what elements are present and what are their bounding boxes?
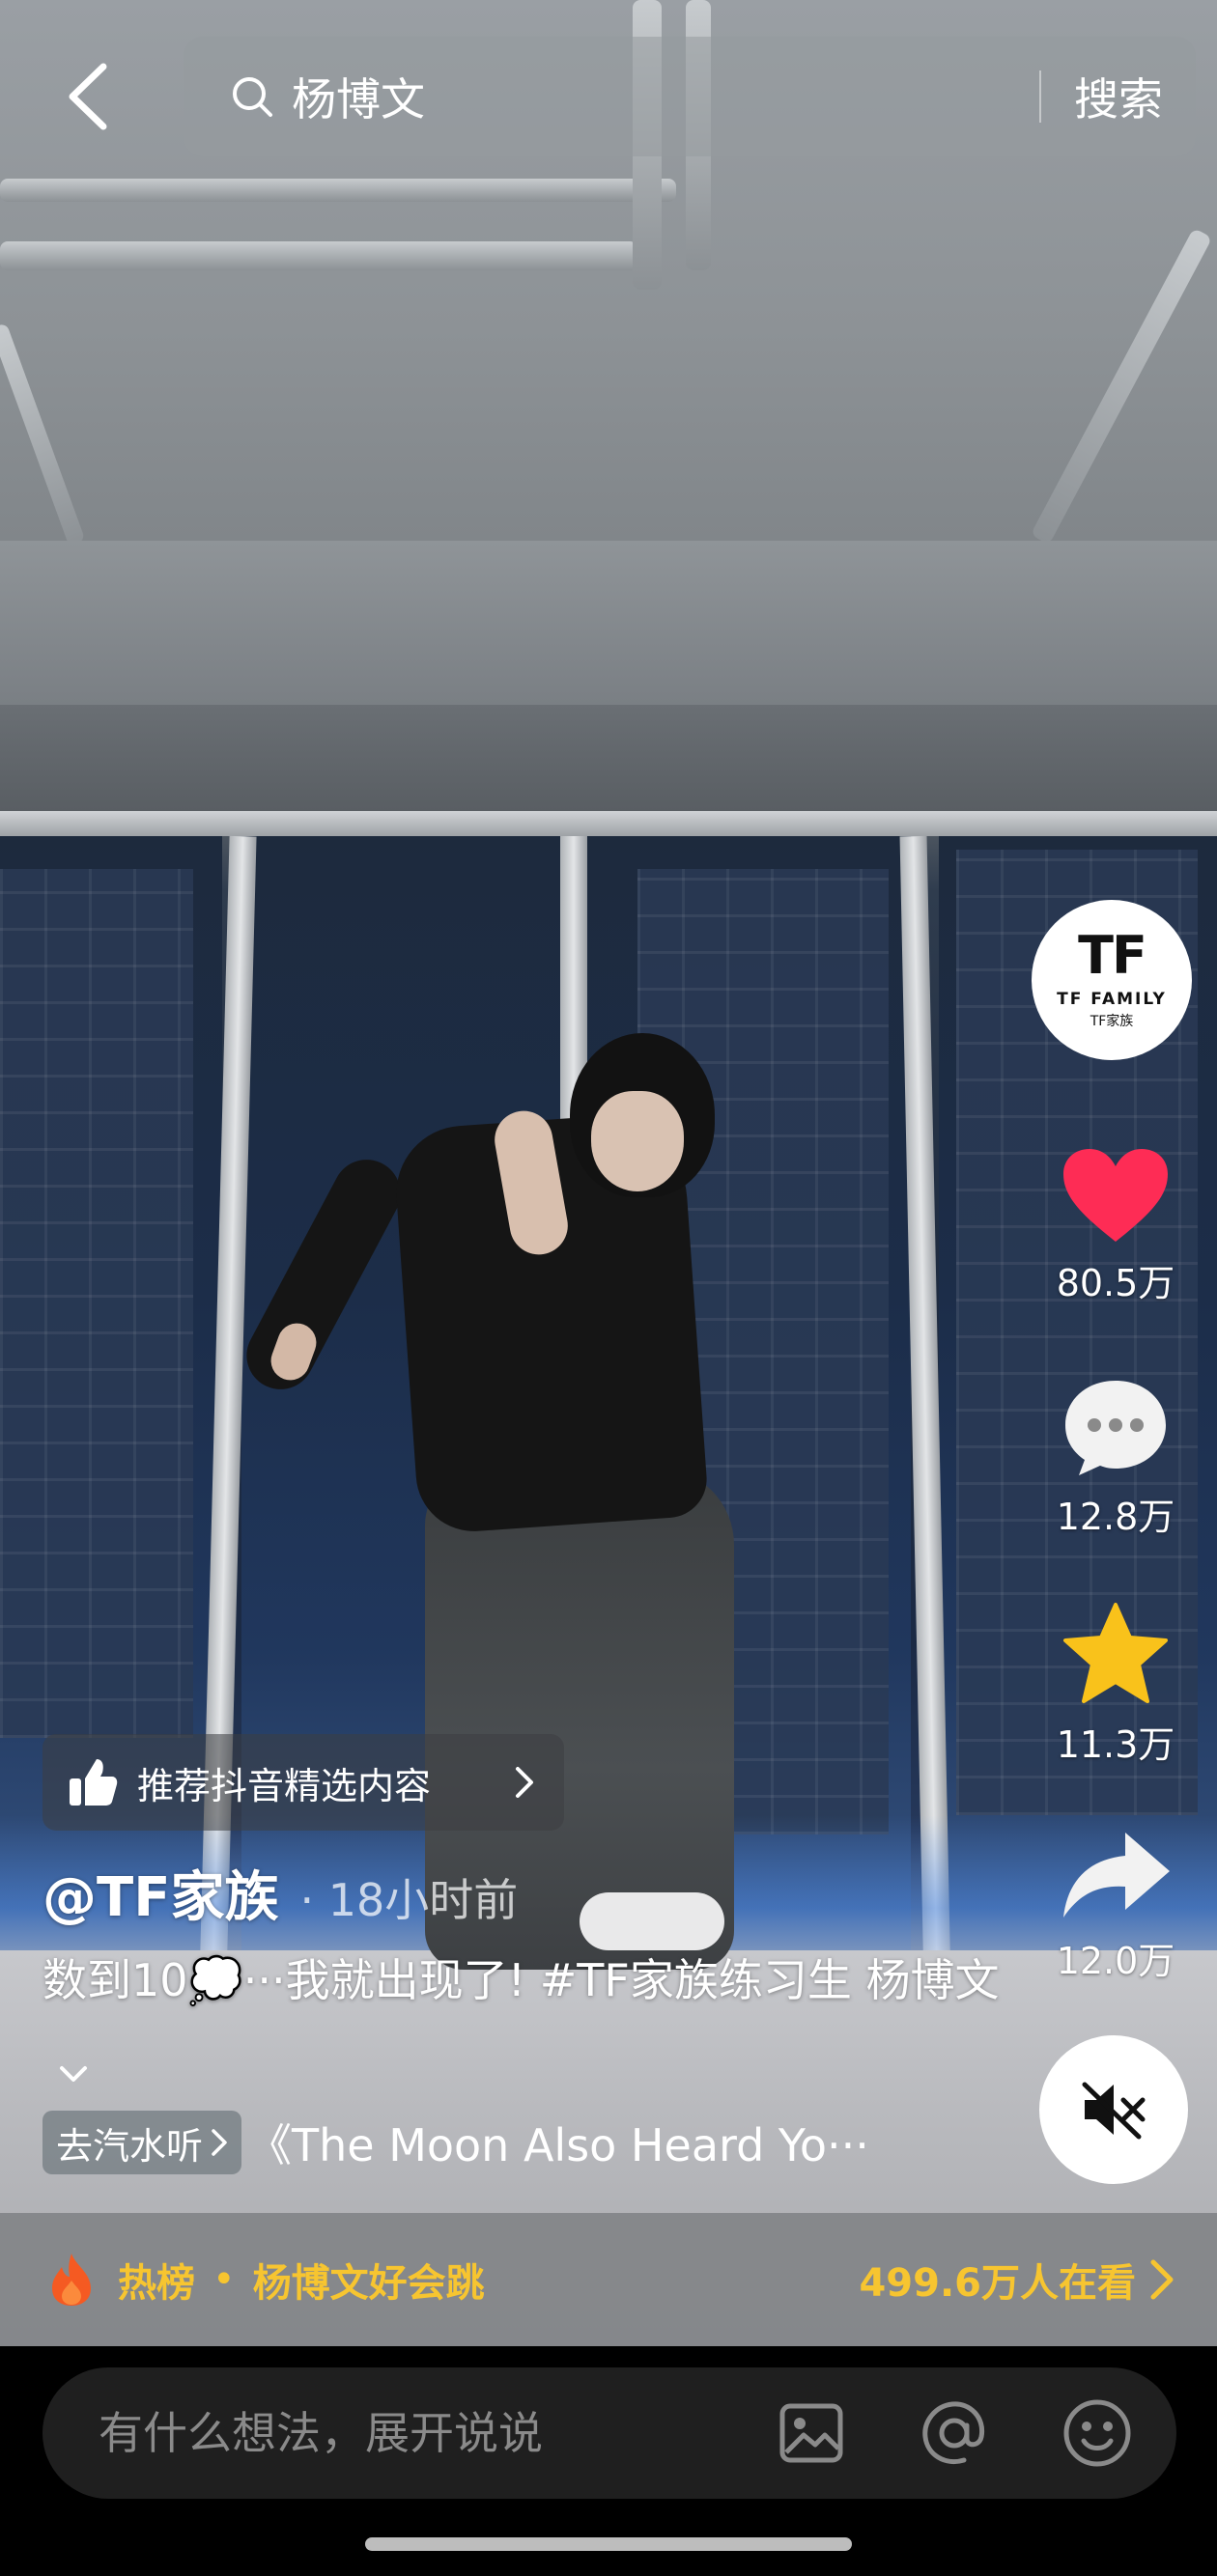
video-screen: 杨博文 搜索 TF TF FAMILY TF家族 80.5万 12.8万 11.… (0, 0, 1217, 2576)
like-button[interactable]: 80.5万 (1043, 1145, 1188, 1306)
favorite-count: 11.3万 (1056, 1723, 1175, 1766)
share-count: 12.0万 (1056, 1940, 1175, 1982)
ceiling-shadow (0, 705, 1217, 811)
recommend-label: 推荐抖音精选内容 (137, 1764, 432, 1807)
comment-count: 12.8万 (1056, 1496, 1175, 1538)
ceiling-beam (0, 541, 1217, 705)
comment-button[interactable]: 12.8万 (1043, 1375, 1188, 1540)
dancer-shoe (580, 1892, 724, 1950)
favorite-button[interactable]: 11.3万 (1043, 1601, 1188, 1768)
chevron-right-icon (514, 1763, 543, 1802)
ceiling-pipe (0, 241, 637, 270)
window-rail (0, 811, 1217, 836)
comment-bar (42, 2367, 1176, 2499)
music-title: 《The Moon Also Heard Yo··· (247, 2119, 869, 2171)
chevron-right-icon (211, 2128, 228, 2157)
hot-list-bar[interactable]: 热榜 • 杨博文好会跳 499.6万人在看 (0, 2213, 1217, 2346)
share-arrow-icon (1063, 1833, 1170, 1918)
hot-viewers: 499.6万人在看 (859, 2261, 1136, 2306)
heart-icon (1063, 1149, 1168, 1242)
like-count: 80.5万 (1056, 1262, 1175, 1304)
search-input[interactable]: 杨博文 (292, 65, 1039, 128)
chevron-down-icon[interactable] (56, 2038, 91, 2082)
author-name[interactable]: @TF家族 (42, 1854, 278, 1932)
building-reflection (0, 869, 193, 1738)
emoji-icon[interactable] (1061, 2396, 1134, 2470)
comment-input[interactable] (97, 2406, 775, 2460)
dancer-face (591, 1091, 684, 1191)
comment-bubble-icon (1065, 1381, 1166, 1475)
home-indicator (365, 2537, 852, 2551)
music-app-tag[interactable]: 去汽水听 (42, 2111, 242, 2174)
star-icon (1063, 1603, 1168, 1703)
search-button[interactable]: 搜索 (1041, 65, 1196, 128)
avatar-logo: TF (1078, 925, 1147, 986)
music-line[interactable]: 去汽水听 《The Moon Also Heard Yo··· (42, 2111, 869, 2174)
search-icon (230, 74, 274, 119)
ceiling-pipe (0, 179, 676, 202)
hot-label: 热榜 (118, 2261, 195, 2306)
avatar-sub: TF家族 (1090, 1014, 1134, 1029)
music-tag-label: 去汽水听 (56, 2124, 204, 2168)
recommend-banner[interactable]: 推荐抖音精选内容 (42, 1734, 564, 1831)
search-bar[interactable]: 杨博文 搜索 (184, 37, 1196, 156)
image-icon[interactable] (775, 2396, 848, 2470)
speaker-muted-icon (1082, 2082, 1146, 2140)
hot-topic: 杨博文好会跳 (252, 2261, 485, 2306)
mute-button[interactable] (1039, 2035, 1188, 2184)
post-caption[interactable]: 数到10💭···我就出现了! #TF家族练习生 杨博文 (42, 1946, 1008, 2082)
flame-icon (46, 2252, 97, 2308)
caption-text: 数到10💭···我就出现了! #TF家族练习生 杨博文 (42, 1954, 1000, 2006)
avatar-brand: TF FAMILY (1057, 990, 1167, 1009)
mention-icon[interactable] (918, 2396, 991, 2470)
thumbs-up-icon (66, 1755, 120, 1809)
chevron-left-icon (69, 63, 107, 130)
ceiling-pipe (0, 322, 86, 546)
share-button[interactable]: 12.0万 (1043, 1827, 1188, 1984)
back-button[interactable] (48, 58, 126, 135)
hot-separator: • (212, 2257, 236, 2302)
author-avatar[interactable]: TF TF FAMILY TF家族 (1032, 900, 1192, 1060)
chevron-right-icon (1149, 2258, 1175, 2301)
post-time: · 18小时前 (299, 1874, 519, 1926)
ceiling-pipe (1030, 227, 1213, 546)
author-line: @TF家族 · 18小时前 (42, 1854, 518, 1932)
